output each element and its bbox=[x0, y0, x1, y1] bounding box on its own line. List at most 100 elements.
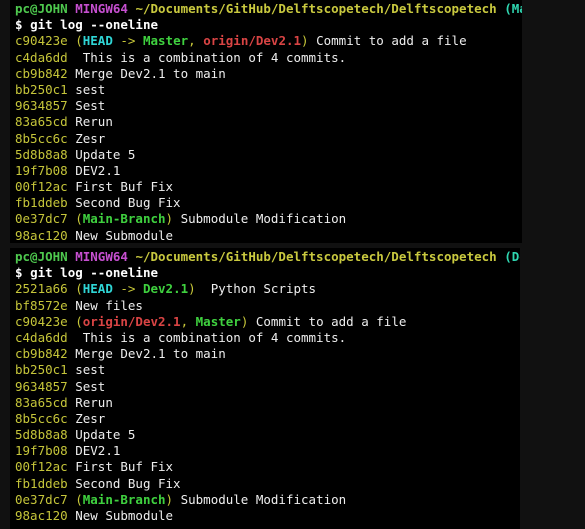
commit-row: 5d8b8a8 Update 5 bbox=[10, 147, 522, 163]
decoration-arrow: -> bbox=[112, 33, 143, 49]
commit-row: 19f7b08 DEV2.1 bbox=[10, 443, 520, 459]
command-line[interactable]: $ git log --oneline bbox=[10, 265, 520, 281]
decoration-arrow: -> bbox=[112, 281, 143, 297]
prompt-branch: (Dev2.1) bbox=[504, 249, 520, 264]
prompt-symbol: $ bbox=[15, 17, 23, 33]
decoration-remote-branch: origin/Dev2.1 bbox=[82, 313, 181, 329]
commit-message: Rerun bbox=[75, 394, 113, 410]
commit-hash: cb9b842 bbox=[15, 65, 68, 81]
commit-row: bb250c1 sest bbox=[10, 362, 520, 378]
command-space bbox=[23, 17, 31, 32]
terminal-session-dev[interactable]: pc@JOHN MINGW64 ~/Documents/GitHub/Delft… bbox=[10, 248, 520, 529]
commit-hash: bf8572e bbox=[15, 297, 68, 313]
commit-row: 9634857 Sest bbox=[10, 379, 520, 395]
terminal-session-master[interactable]: pc@JOHN MINGW64 ~/Documents/GitHub/Delft… bbox=[10, 0, 522, 243]
command-line[interactable]: $ git log --oneline bbox=[10, 17, 522, 33]
commit-message: Update 5 bbox=[75, 427, 136, 443]
commit-hash: 19f7b08 bbox=[15, 162, 68, 178]
commit-row: 19f7b08 DEV2.1 bbox=[10, 163, 522, 179]
decoration-local-branch: Master bbox=[195, 313, 241, 329]
commit-gap bbox=[68, 330, 83, 345]
decoration-head: HEAD bbox=[82, 33, 113, 49]
commit-row: 83a65cd Rerun bbox=[10, 395, 520, 411]
command-text: git log --oneline bbox=[30, 17, 158, 33]
commit-hash: 5d8b8a8 bbox=[15, 427, 68, 443]
decoration-close-paren: ) bbox=[188, 281, 196, 297]
commit-message: Submodule Modification bbox=[173, 211, 347, 227]
prompt-line: pc@JOHN MINGW64 ~/Documents/GitHub/Delft… bbox=[10, 249, 520, 265]
commit-hash: 00f12ac bbox=[15, 179, 68, 195]
commit-message: New Submodule bbox=[75, 227, 174, 243]
commit-hash: 83a65cd bbox=[15, 394, 68, 410]
decoration-open-paren: ( bbox=[75, 281, 83, 297]
commit-hash: fb1ddeb bbox=[15, 475, 68, 491]
command-space bbox=[23, 265, 31, 280]
commit-row: 8b5cc6c Zesr bbox=[10, 411, 520, 427]
commit-hash: bb250c1 bbox=[15, 362, 68, 378]
commit-message: Second Bug Fix bbox=[75, 475, 181, 491]
commit-row: 2521a66 (HEAD -> Dev2.1) Python Scripts bbox=[10, 281, 520, 297]
commit-hash: 8b5cc6c bbox=[15, 130, 68, 146]
commit-row: bb250c1 sest bbox=[10, 82, 522, 98]
commit-hash: c90423e bbox=[15, 33, 68, 49]
commit-row: 98ac120 New Submodule bbox=[10, 228, 522, 243]
commit-row: bf8572e New files bbox=[10, 298, 520, 314]
commit-row: c4da6dd This is a combination of 4 commi… bbox=[10, 50, 522, 66]
decoration-close-paren: ) bbox=[165, 491, 174, 507]
decoration-tag: Main-Branch bbox=[82, 211, 166, 227]
commit-message: Merge Dev2.1 to main bbox=[75, 346, 226, 362]
commit-hash: bb250c1 bbox=[15, 81, 68, 97]
commit-row: c90423e (HEAD -> Master, origin/Dev2.1) … bbox=[10, 33, 522, 49]
prompt-branch: (Master) bbox=[504, 1, 522, 16]
commit-hash: 8b5cc6c bbox=[15, 410, 68, 426]
prompt-symbol: $ bbox=[15, 265, 23, 281]
commit-row: c4da6dd This is a combination of 4 commi… bbox=[10, 330, 520, 346]
commit-message: Zesr bbox=[75, 410, 106, 426]
commit-message: sest bbox=[75, 362, 106, 378]
commit-row: 0e37dc7 (Main-Branch) Submodule Modifica… bbox=[10, 492, 520, 508]
prompt-host: MINGW64 bbox=[75, 1, 128, 16]
commit-message: Rerun bbox=[75, 114, 113, 130]
decoration-open-paren: ( bbox=[75, 313, 83, 329]
commit-message: This is a combination of 4 commits. bbox=[82, 49, 347, 65]
commit-row: c90423e (origin/Dev2.1, Master) Commit t… bbox=[10, 314, 520, 330]
commit-hash: cb9b842 bbox=[15, 346, 68, 362]
commit-row: cb9b842 Merge Dev2.1 to main bbox=[10, 346, 520, 362]
decoration-open-paren: ( bbox=[75, 211, 83, 227]
commit-hash: 9634857 bbox=[15, 98, 68, 114]
decoration-open-paren: ( bbox=[75, 33, 83, 49]
commit-decoration: (HEAD -> Dev2.1) bbox=[75, 281, 195, 296]
prompt-line: pc@JOHN MINGW64 ~/Documents/GitHub/Delft… bbox=[10, 1, 522, 17]
commit-hash: 0e37dc7 bbox=[15, 211, 68, 227]
commit-message: sest bbox=[75, 81, 106, 97]
commit-gap bbox=[68, 50, 83, 65]
commit-row: fb1ddeb Second Bug Fix bbox=[10, 476, 520, 492]
decoration-tag: Main-Branch bbox=[82, 491, 166, 507]
commit-hash: 00f12ac bbox=[15, 459, 68, 475]
commit-row: 5d8b8a8 Update 5 bbox=[10, 427, 520, 443]
commit-message: Second Bug Fix bbox=[75, 195, 181, 211]
commit-hash: 98ac120 bbox=[15, 508, 68, 523]
commit-hash: c4da6dd bbox=[15, 329, 68, 345]
commit-message: First Buf Fix bbox=[75, 179, 174, 195]
decoration-local-branch: Dev2.1 bbox=[142, 281, 189, 297]
commit-message: First Buf Fix bbox=[75, 459, 174, 475]
commit-message: DEV2.1 bbox=[75, 443, 121, 459]
commit-row: 98ac120 New Submodule bbox=[10, 508, 520, 524]
commit-message: New files bbox=[75, 297, 143, 313]
decoration-local-branch: Master bbox=[142, 33, 189, 49]
command-text: git log --oneline bbox=[30, 265, 158, 281]
commit-message: DEV2.1 bbox=[75, 162, 121, 178]
commit-message: Commit to add a file bbox=[308, 33, 467, 49]
commit-hash: 19f7b08 bbox=[15, 443, 68, 459]
commit-row: 8b5cc6c Zesr bbox=[10, 131, 522, 147]
decoration-comma: , bbox=[188, 33, 204, 49]
commit-message: Sest bbox=[75, 98, 106, 114]
commit-decoration: (Main-Branch) bbox=[75, 211, 173, 226]
commit-row: 9634857 Sest bbox=[10, 98, 522, 114]
commit-hash: 9634857 bbox=[15, 378, 68, 394]
commit-hash: 98ac120 bbox=[15, 227, 68, 243]
commit-row: fb1ddeb Second Bug Fix bbox=[10, 195, 522, 211]
decoration-close-paren: ) bbox=[301, 33, 309, 49]
decoration-close-paren: ) bbox=[165, 211, 174, 227]
